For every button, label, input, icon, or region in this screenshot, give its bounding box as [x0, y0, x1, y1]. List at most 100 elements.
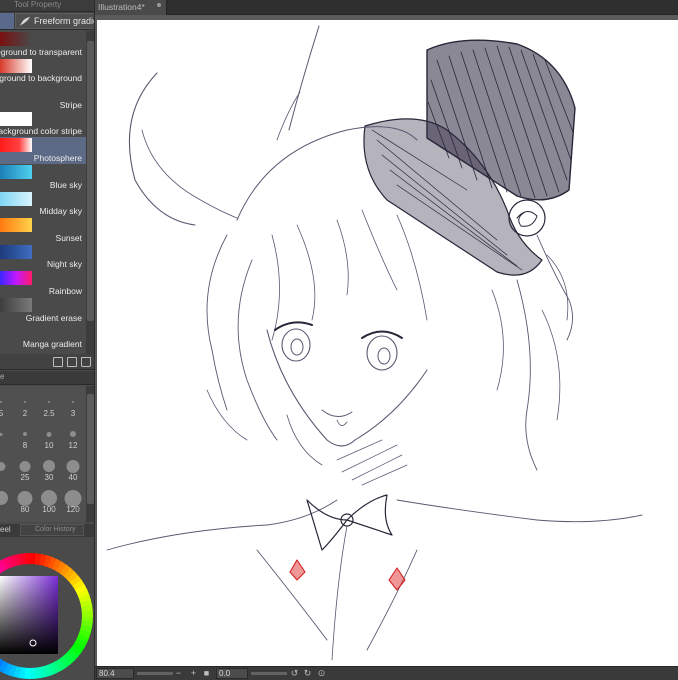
gradient-swatch [0, 138, 32, 153]
sketch-stroke [288, 25, 320, 131]
add-icon[interactable] [53, 357, 63, 367]
zoom-out-icon[interactable]: − [174, 669, 183, 678]
brush-size-cell[interactable]: 100 [38, 486, 60, 514]
brush-size-cell[interactable]: 12 [62, 422, 84, 450]
gradient-name: Stripe [59, 99, 82, 110]
zoom-in-icon[interactable]: + [189, 669, 198, 678]
right-pupil [377, 347, 391, 365]
sketch-stroke [206, 234, 228, 411]
brush-size-cell[interactable]: 120 [62, 486, 84, 514]
gradient-name: Gradient erase [25, 312, 82, 323]
brush-size-cell[interactable]: 3 [62, 390, 84, 418]
feather-icon [20, 17, 30, 26]
gradient-name: Rainbow [48, 285, 82, 296]
brush-size-cell[interactable]: 8 [14, 422, 36, 450]
fit-icon[interactable]: ■ [202, 669, 211, 678]
sketch-stroke [396, 499, 643, 523]
rotate-right-icon[interactable]: ↻ [303, 669, 312, 678]
tab-previous[interactable] [0, 13, 14, 29]
gradient-item[interactable]: Manga gradient [0, 324, 86, 351]
brush-size-header: e [0, 371, 94, 385]
scrollbar-thumb[interactable] [87, 394, 94, 504]
gradient-item[interactable]: Photosphere [0, 137, 86, 164]
brush-size-dot [70, 431, 76, 437]
brush-size-cell[interactable]: 40 [62, 454, 84, 482]
brush-size-dot [46, 431, 52, 437]
brush-size-dot [72, 401, 74, 403]
brush-size-cell[interactable]: 5 [0, 390, 12, 418]
gradient-list-scrollbar[interactable] [86, 31, 94, 354]
gradient-name: Photosphere [33, 152, 82, 163]
tool-property-header: Tool Property [0, 0, 94, 12]
brush-size-dot [48, 401, 50, 403]
sketch-stroke [141, 129, 238, 219]
trash-icon[interactable] [81, 357, 91, 367]
gradient-swatch [0, 244, 32, 259]
gradient-item[interactable]: Stripe [0, 84, 86, 111]
sketch-stroke [206, 389, 248, 441]
scrollbar-thumb[interactable] [87, 41, 94, 321]
color-wheel-graphic[interactable] [0, 538, 95, 680]
brush-size-cell[interactable]: 30 [38, 454, 60, 482]
brush-size-cell[interactable] [0, 454, 12, 482]
sketch-stroke [536, 234, 573, 341]
hue-segment[interactable] [81, 610, 93, 618]
brush-size-cell[interactable]: 10 [38, 422, 60, 450]
brush-size-dot [66, 459, 80, 473]
brush-size-cell[interactable]: 25 [14, 454, 36, 482]
brush-size-label: 5 [0, 409, 12, 418]
gradient-name: Blue sky [49, 179, 82, 190]
brush-size-cell[interactable] [0, 422, 12, 450]
gradient-item[interactable]: Background color stripe [0, 111, 86, 138]
brush-size-label: 12 [68, 441, 78, 450]
zoom-field[interactable]: 80.4 [96, 668, 134, 679]
brush-size-cell[interactable]: 2.5 [38, 390, 60, 418]
reset-rotation-icon[interactable]: ⊙ [317, 669, 326, 678]
gradient-item[interactable]: Night sky [0, 244, 86, 271]
gradient-item[interactable]: eground to transparent [0, 31, 86, 58]
brush-size-label: 30 [44, 473, 54, 482]
tab-color-wheel[interactable]: eel [0, 525, 11, 534]
left-pupil [290, 338, 304, 356]
brush-size-grid: 5 2 2.5 3 8 10 12 25 30 40 80 100 120 [0, 386, 86, 522]
gradient-name: Sunset [55, 232, 82, 243]
right-eye-lash [361, 330, 403, 339]
gradient-item[interactable]: Rainbow [0, 270, 86, 297]
sv-shade [0, 576, 58, 654]
sketch-stroke [516, 211, 538, 227]
brush-size-dot [0, 491, 8, 505]
sketch-stroke [237, 259, 278, 441]
rotate-left-icon[interactable]: ↺ [290, 669, 299, 678]
brush-size-scrollbar[interactable] [86, 386, 94, 522]
gradient-item[interactable]: Gradient erase [0, 297, 86, 324]
bow-left [306, 499, 348, 551]
zoom-slider[interactable] [137, 672, 173, 675]
canvas-paper[interactable] [97, 20, 678, 666]
gradient-item[interactable]: eground to background [0, 58, 86, 85]
gradient-name: Night sky [47, 259, 82, 270]
close-tab-icon[interactable] [157, 3, 161, 7]
color-wheel[interactable] [0, 538, 95, 680]
tab-freeform-gradient-label: Freeform gradie [34, 16, 95, 26]
brush-size-cell[interactable]: 80 [14, 486, 36, 514]
duplicate-icon[interactable] [67, 357, 77, 367]
tab-color-history[interactable]: Color History [20, 524, 84, 536]
hat-rose [508, 199, 546, 237]
brush-size-cell[interactable] [0, 486, 12, 514]
gradient-item[interactable]: Sunset [0, 217, 86, 244]
angle-field[interactable]: 0.0 [216, 668, 248, 679]
canvas-frame [95, 15, 678, 666]
collar-pin-right [388, 567, 406, 591]
sketch-stroke [541, 309, 561, 421]
angle-slider[interactable] [251, 672, 287, 675]
brush-size-cell[interactable]: 2 [14, 390, 36, 418]
brush-size-label: 80 [20, 505, 30, 514]
gradient-item[interactable]: Blue sky [0, 164, 86, 191]
document-tab[interactable]: Illustration4* [95, 0, 167, 15]
gradient-item[interactable]: Midday sky [0, 191, 86, 218]
brush-size-title: e [0, 372, 5, 381]
tab-freeform-gradient[interactable]: Freeform gradie [15, 13, 95, 29]
brush-size-dot [0, 432, 3, 436]
sketch-stroke [516, 279, 538, 471]
gradient-swatch [0, 32, 32, 46]
